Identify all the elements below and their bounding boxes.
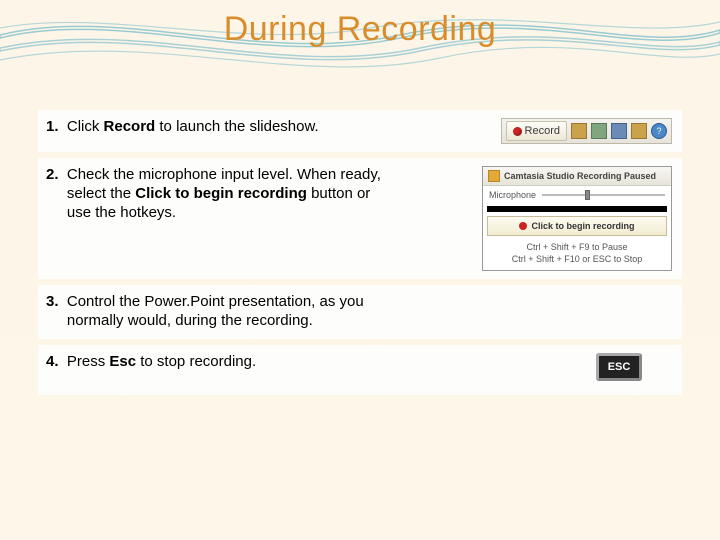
steps-list: 1. Click Record to launch the slideshow.…	[38, 110, 682, 401]
toolbar-icon-4	[631, 123, 647, 139]
record-dot-icon	[513, 127, 522, 136]
esc-key-icon: ESC	[596, 353, 642, 381]
camtasia-header: Camtasia Studio Recording Paused	[483, 167, 671, 186]
step-4-text: 4. Press Esc to stop recording.	[46, 353, 401, 372]
step-1: 1. Click Record to launch the slideshow.…	[38, 110, 682, 152]
click-to-begin-label: Click to begin recording	[531, 221, 634, 231]
camtasia-header-label: Camtasia Studio Recording Paused	[504, 171, 656, 181]
help-icon: ?	[651, 123, 667, 139]
step-1-text: 1. Click Record to launch the slideshow.	[46, 118, 401, 137]
toolbar-icon-2	[591, 123, 607, 139]
camtasia-panel: Camtasia Studio Recording Paused Microph…	[482, 166, 672, 271]
hotkey-pause: Ctrl + Shift + F9 to Pause	[485, 242, 669, 254]
hotkeys-text: Ctrl + Shift + F9 to Pause Ctrl + Shift …	[483, 240, 671, 270]
step-2: 2. Check the microphone input level. Whe…	[38, 158, 682, 279]
microphone-slider[interactable]	[542, 190, 665, 200]
microphone-row: Microphone	[483, 186, 671, 204]
microphone-label: Microphone	[489, 190, 536, 200]
hotkey-stop: Ctrl + Shift + F10 or ESC to Stop	[485, 254, 669, 266]
step-2-image: Camtasia Studio Recording Paused Microph…	[401, 166, 672, 271]
toolbar-icon-3	[611, 123, 627, 139]
step-2-text: 2. Check the microphone input level. Whe…	[46, 166, 401, 222]
record-button-label: Record	[525, 125, 560, 137]
camtasia-logo-icon	[488, 170, 500, 182]
click-to-begin-button[interactable]: Click to begin recording	[487, 216, 667, 236]
step-4: 4. Press Esc to stop recording. ESC	[38, 345, 682, 395]
record-dot-icon	[519, 222, 527, 230]
toolbar-icon-1	[571, 123, 587, 139]
record-toolbar: Record ?	[501, 118, 672, 144]
level-bar	[487, 206, 667, 212]
step-1-image: Record ?	[401, 118, 672, 144]
slide-title: During Recording	[0, 10, 720, 49]
step-3: 3. Control the Power.Point presentation,…	[38, 285, 682, 339]
step-4-image: ESC	[401, 353, 672, 381]
step-3-text: 3. Control the Power.Point presentation,…	[46, 293, 401, 331]
record-button[interactable]: Record	[506, 121, 567, 141]
